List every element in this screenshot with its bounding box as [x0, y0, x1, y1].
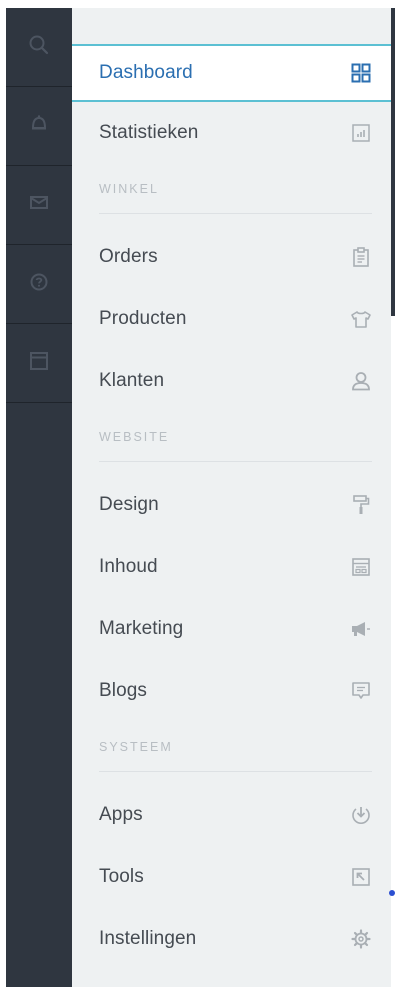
nav-label-tools: Tools — [99, 866, 144, 887]
grid-icon — [350, 62, 372, 84]
section-website: WEBSITE — [72, 412, 391, 474]
nav-label-design: Design — [99, 494, 159, 515]
nav-panel: Dashboard Statistieken WINKEL Orders Pro… — [72, 8, 391, 987]
rail-window-button[interactable] — [6, 324, 72, 403]
nav-item-design[interactable]: Design — [72, 474, 391, 536]
nav-label-producten: Producten — [99, 308, 187, 329]
section-divider — [99, 213, 372, 214]
clipboard-icon — [350, 246, 372, 268]
search-icon — [29, 35, 49, 55]
section-title-systeem: SYSTEEM — [99, 740, 173, 754]
section-winkel: WINKEL — [72, 164, 391, 226]
download-icon — [350, 804, 372, 826]
nav-item-inhoud[interactable]: Inhoud — [72, 536, 391, 598]
nav-label-blogs: Blogs — [99, 680, 148, 701]
comment-icon — [350, 680, 372, 702]
nav-item-instellingen[interactable]: Instellingen — [72, 908, 391, 970]
megaphone-icon — [350, 618, 372, 640]
indicator-dot — [389, 890, 395, 896]
gear-icon — [350, 928, 372, 950]
nav-item-statistieken[interactable]: Statistieken — [72, 102, 391, 164]
panel-top-spacer — [72, 8, 391, 44]
layout-icon — [350, 556, 372, 578]
nav-item-dashboard[interactable]: Dashboard — [72, 44, 391, 102]
section-title-website: WEBSITE — [99, 430, 170, 444]
icon-rail — [6, 8, 72, 987]
bell-icon — [31, 115, 47, 130]
nav-label-klanten: Klanten — [99, 370, 165, 391]
section-divider — [99, 461, 372, 462]
paint-roller-icon — [350, 494, 372, 516]
nav-label-statistieken: Statistieken — [99, 122, 199, 143]
nav-item-marketing[interactable]: Marketing — [72, 598, 391, 660]
nav-label-dashboard: Dashboard — [99, 62, 193, 83]
section-title-winkel: WINKEL — [99, 182, 159, 196]
nav-label-orders: Orders — [99, 246, 158, 267]
rail-notifications-button[interactable] — [6, 87, 72, 166]
nav-label-instellingen: Instellingen — [99, 928, 197, 949]
app-root: Dashboard Statistieken WINKEL Orders Pro… — [0, 0, 395, 987]
mail-icon — [30, 196, 48, 209]
help-icon — [30, 273, 48, 291]
nav-label-inhoud: Inhoud — [99, 556, 158, 577]
nav-item-blogs[interactable]: Blogs — [72, 660, 391, 722]
nav-item-klanten[interactable]: Klanten — [72, 350, 391, 412]
nav-item-tools[interactable]: Tools — [72, 846, 391, 908]
scrollbar[interactable] — [391, 8, 395, 316]
tshirt-icon — [350, 308, 372, 330]
nav-label-marketing: Marketing — [99, 618, 184, 639]
user-icon — [350, 370, 372, 392]
section-divider — [99, 771, 372, 772]
section-systeem: SYSTEEM — [72, 722, 391, 784]
nav-item-orders[interactable]: Orders — [72, 226, 391, 288]
chart-icon — [350, 122, 372, 144]
rail-help-button[interactable] — [6, 245, 72, 324]
nav-label-apps: Apps — [99, 804, 143, 825]
nav-item-producten[interactable]: Producten — [72, 288, 391, 350]
rail-search-button[interactable] — [6, 8, 72, 87]
nav-item-apps[interactable]: Apps — [72, 784, 391, 846]
window-icon — [30, 352, 48, 370]
rail-messages-button[interactable] — [6, 166, 72, 245]
external-icon — [350, 866, 372, 888]
